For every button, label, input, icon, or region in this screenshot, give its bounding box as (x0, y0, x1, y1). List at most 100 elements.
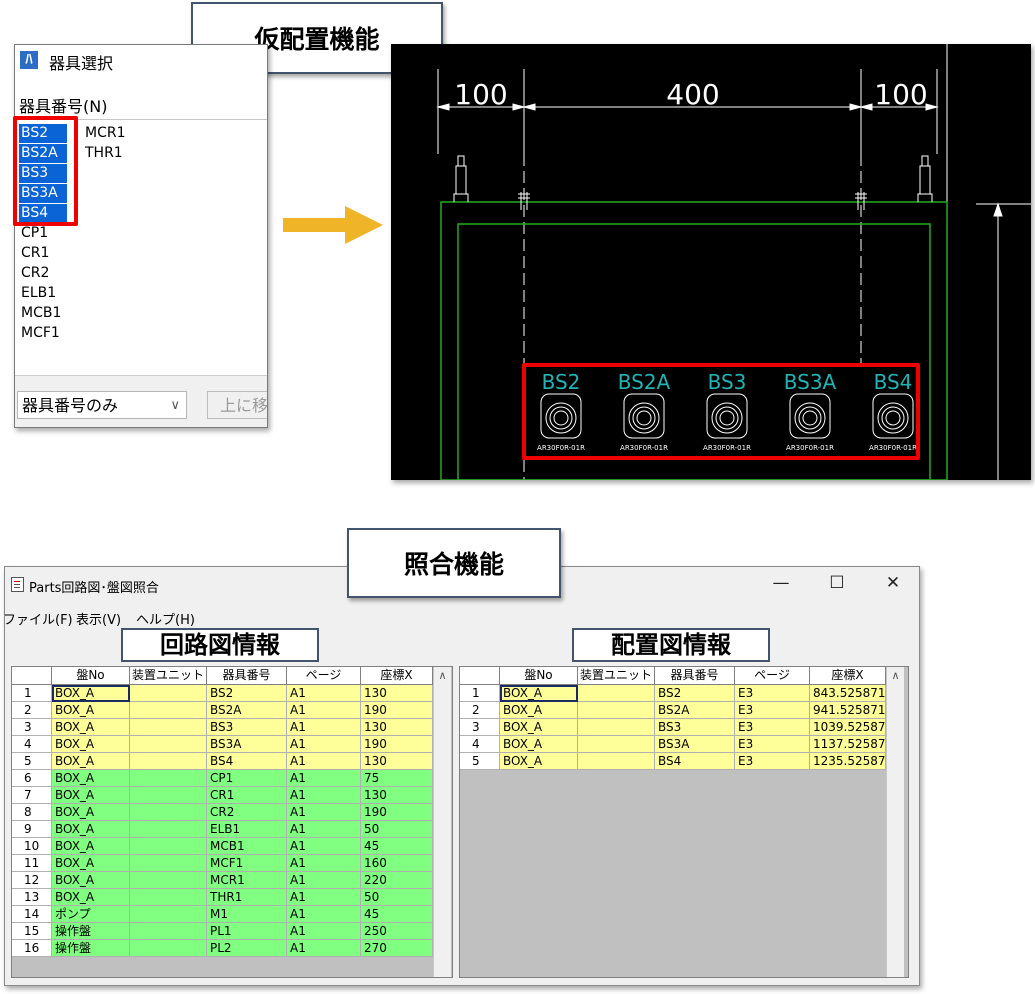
row-number[interactable]: 14 (12, 906, 52, 923)
cell-page[interactable]: E3 (735, 736, 810, 753)
cell-x[interactable]: 50 (361, 889, 433, 906)
cell-unit[interactable] (130, 838, 207, 855)
cell-id[interactable]: BS4 (207, 753, 287, 770)
row-number[interactable]: 3 (12, 719, 52, 736)
cell-id[interactable]: BS3 (655, 719, 735, 736)
cell-id[interactable]: MCB1 (207, 838, 287, 855)
device-list-item[interactable]: MCB1 (19, 304, 63, 323)
table-row[interactable]: 4 BOX_A BS3A A1 190 (12, 736, 433, 753)
row-number[interactable]: 12 (12, 872, 52, 889)
scroll-up-icon[interactable]: ∧ (434, 667, 451, 684)
cell-x[interactable]: 250 (361, 923, 433, 940)
cell-ban[interactable]: BOX_A (52, 821, 130, 838)
close-button[interactable]: ✕ (873, 573, 913, 593)
cell-ban[interactable]: BOX_A (52, 838, 130, 855)
table-row[interactable]: 1 BOX_A BS2 E3 843.525871 (460, 685, 886, 702)
table-row[interactable]: 13 BOX_A THR1 A1 50 (12, 889, 433, 906)
row-number[interactable]: 10 (12, 838, 52, 855)
table-row[interactable]: 1 BOX_A BS2 A1 130 (12, 685, 433, 702)
minimize-button[interactable]: — (761, 573, 801, 593)
cell-x[interactable]: 45 (361, 906, 433, 923)
column-header[interactable]: ページ (287, 667, 361, 684)
cell-ban[interactable]: BOX_A (52, 889, 130, 906)
cell-page[interactable]: A1 (287, 855, 361, 872)
cell-unit[interactable] (130, 736, 207, 753)
cell-id[interactable]: BS2 (655, 685, 735, 702)
cell-unit[interactable] (130, 753, 207, 770)
row-number[interactable]: 1 (12, 685, 52, 702)
row-number[interactable]: 5 (460, 753, 500, 770)
row-number[interactable]: 7 (12, 787, 52, 804)
cell-id[interactable]: PL2 (207, 940, 287, 957)
cell-ban[interactable]: ポンプ (52, 906, 130, 923)
cell-id[interactable]: BS2 (207, 685, 287, 702)
column-header[interactable]: 座標X (810, 667, 886, 684)
row-number[interactable]: 9 (12, 821, 52, 838)
table-row[interactable]: 8 BOX_A CR2 A1 190 (12, 804, 433, 821)
row-number[interactable]: 6 (12, 770, 52, 787)
table-row[interactable]: 2 BOX_A BS2A E3 941.525871 (460, 702, 886, 719)
cell-x[interactable]: 130 (361, 685, 433, 702)
maximize-button[interactable]: ☐ (817, 573, 857, 593)
cell-page[interactable]: E3 (735, 685, 810, 702)
cell-id[interactable]: BS2A (655, 702, 735, 719)
cell-id[interactable]: PL1 (207, 923, 287, 940)
cell-ban[interactable]: BOX_A (500, 702, 578, 719)
cell-page[interactable]: A1 (287, 753, 361, 770)
vertical-scrollbar[interactable]: ∧ (433, 667, 451, 977)
cell-page[interactable]: E3 (735, 702, 810, 719)
device-list-item[interactable]: MCR1 (83, 124, 128, 143)
cell-ban[interactable]: BOX_A (52, 787, 130, 804)
table-row[interactable]: 10 BOX_A MCB1 A1 45 (12, 838, 433, 855)
cell-page[interactable]: A1 (287, 702, 361, 719)
row-number[interactable]: 13 (12, 889, 52, 906)
menu-view[interactable]: 表示(V) (76, 609, 121, 628)
table-row[interactable]: 14 ポンプ M1 A1 45 (12, 906, 433, 923)
cell-page[interactable]: E3 (735, 753, 810, 770)
cell-ban[interactable]: 操作盤 (52, 940, 130, 957)
cell-unit[interactable] (130, 889, 207, 906)
column-header[interactable]: 盤No (500, 667, 578, 684)
cell-ban[interactable]: BOX_A (52, 736, 130, 753)
cell-x[interactable]: 941.525871 (810, 702, 886, 719)
device-list-item[interactable]: ELB1 (19, 284, 58, 303)
row-number[interactable]: 15 (12, 923, 52, 940)
vertical-scrollbar[interactable]: ∧ (886, 667, 904, 977)
cell-id[interactable]: THR1 (207, 889, 287, 906)
cell-x[interactable]: 1235.525871 (810, 753, 886, 770)
table-row[interactable]: 5 BOX_A BS4 A1 130 (12, 753, 433, 770)
cell-unit[interactable] (578, 736, 655, 753)
cell-x[interactable]: 190 (361, 702, 433, 719)
cell-unit[interactable] (130, 685, 207, 702)
cell-page[interactable]: A1 (287, 906, 361, 923)
cell-x[interactable]: 130 (361, 787, 433, 804)
row-number[interactable]: 4 (12, 736, 52, 753)
table-row[interactable]: 16 操作盤 PL2 A1 270 (12, 940, 433, 957)
cell-id[interactable]: MCF1 (207, 855, 287, 872)
cell-ban[interactable]: 操作盤 (52, 923, 130, 940)
cell-unit[interactable] (130, 872, 207, 889)
circuit-diagram-grid[interactable]: 盤No 装置ユニット 器具番号 ページ 座標X 1 BOX_A BS2 A1 130 2 BOX_A B… (11, 666, 453, 978)
cell-unit[interactable] (130, 770, 207, 787)
cell-x[interactable]: 1137.525871 (810, 736, 886, 753)
table-row[interactable]: 9 BOX_A ELB1 A1 50 (12, 821, 433, 838)
device-list-item[interactable]: CR2 (19, 264, 51, 283)
cell-id[interactable]: BS2A (207, 702, 287, 719)
cell-id[interactable]: ELB1 (207, 821, 287, 838)
column-header[interactable]: 盤No (52, 667, 130, 684)
cell-ban[interactable]: BOX_A (52, 872, 130, 889)
table-row[interactable]: 2 BOX_A BS2A A1 190 (12, 702, 433, 719)
cell-id[interactable]: MCR1 (207, 872, 287, 889)
cell-page[interactable]: A1 (287, 838, 361, 855)
layout-diagram-grid[interactable]: 盤No 装置ユニット 器具番号 ページ 座標X 1 BOX_A BS2 E3 843.525871… (459, 666, 909, 978)
cell-ban[interactable]: BOX_A (500, 736, 578, 753)
cell-page[interactable]: A1 (287, 889, 361, 906)
cell-unit[interactable] (130, 702, 207, 719)
row-number[interactable]: 2 (12, 702, 52, 719)
cell-page[interactable]: A1 (287, 804, 361, 821)
cell-x[interactable]: 843.525871 (810, 685, 886, 702)
cell-x[interactable]: 1039.525871 (810, 719, 886, 736)
device-list-item[interactable]: CP1 (19, 224, 50, 243)
cell-x[interactable]: 220 (361, 872, 433, 889)
cell-unit[interactable] (130, 719, 207, 736)
